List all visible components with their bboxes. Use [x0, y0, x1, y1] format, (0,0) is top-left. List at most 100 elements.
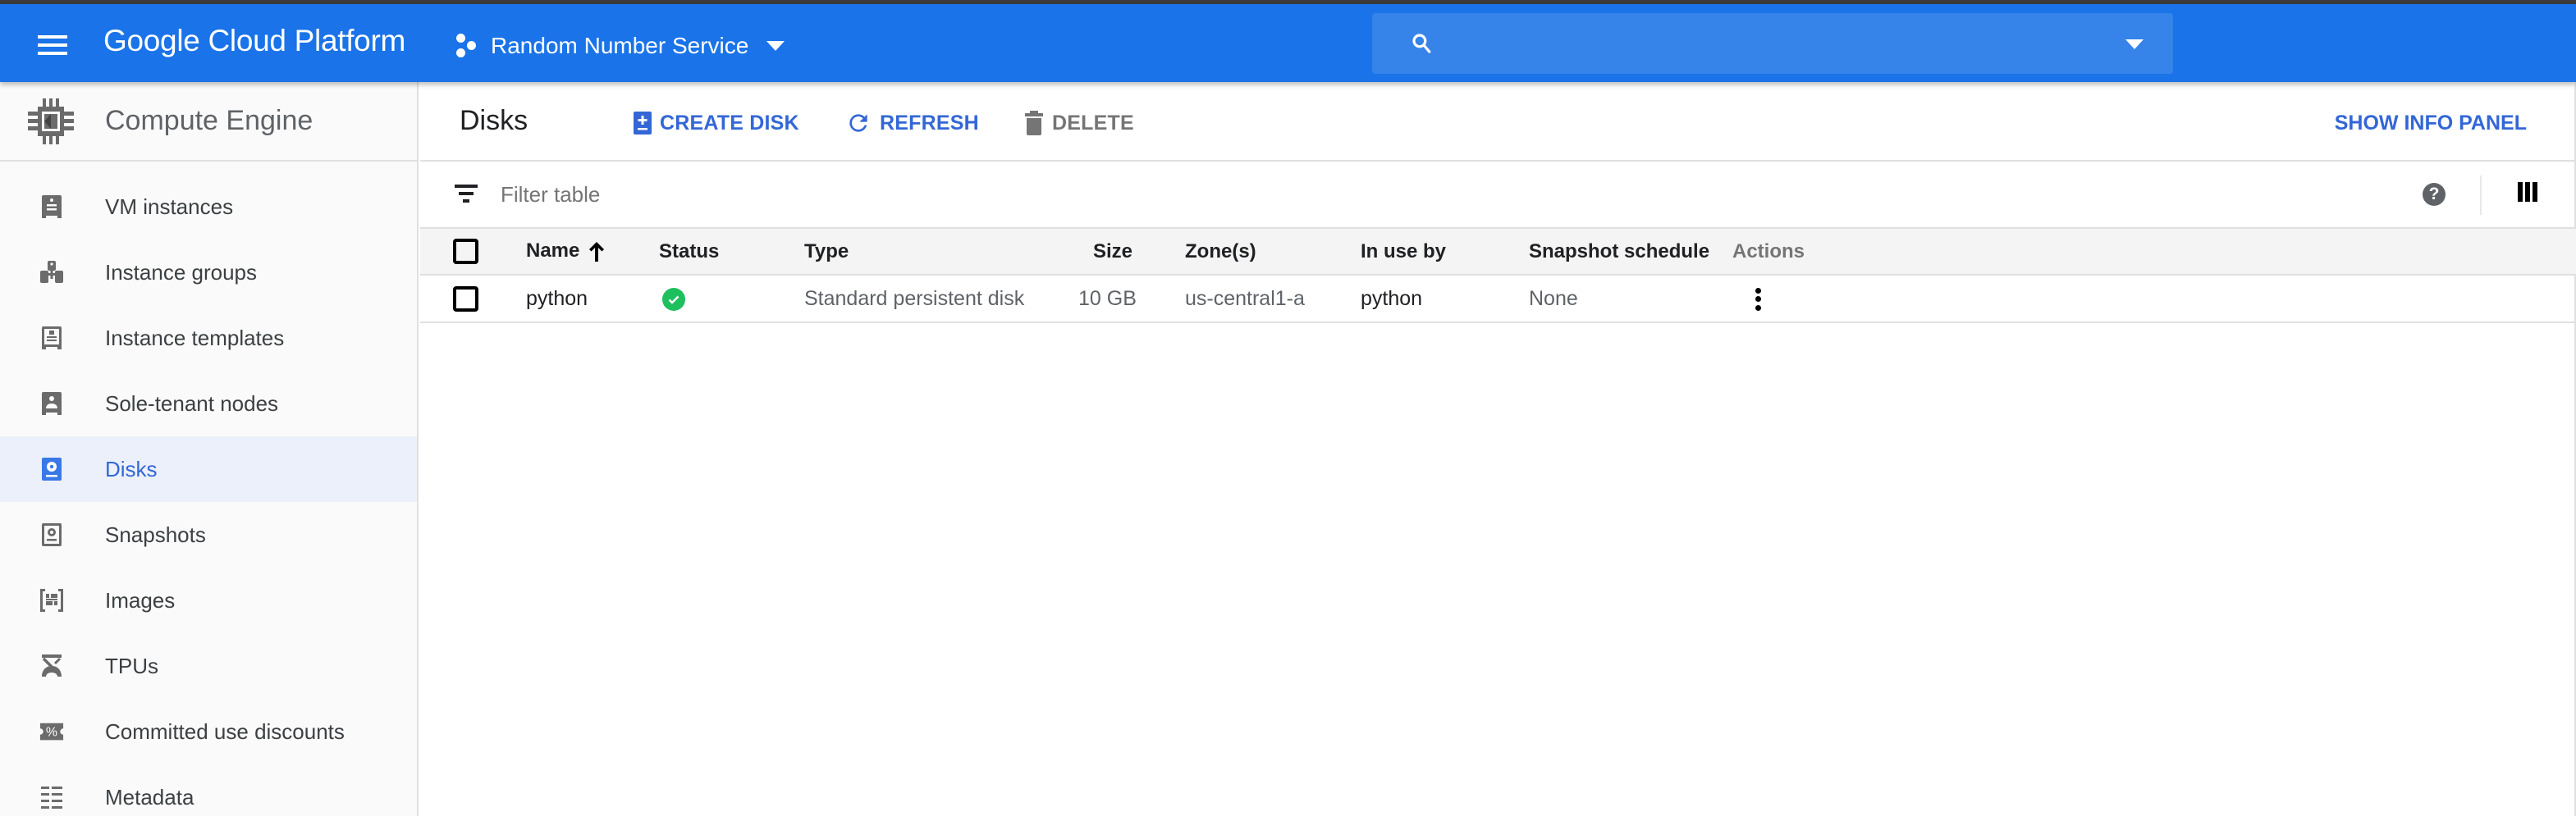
sidebar-item-snapshots[interactable]: Snapshots	[0, 502, 417, 568]
instance-groups-icon	[39, 260, 64, 285]
sidebar-item-label: VM instances	[105, 194, 234, 219]
instance-templates-icon	[39, 326, 64, 350]
snapshot-schedule-cell: None	[1476, 275, 1732, 323]
page-title: Disks	[460, 105, 528, 136]
in-use-by-link[interactable]: python	[1308, 275, 1476, 323]
disks-table: Name Status Type Size Zone(s) In use by …	[420, 229, 2576, 323]
sidebar-item-label: Instance groups	[105, 259, 258, 285]
sidebar-nav-list: VM instances Instance groups Instance te…	[0, 162, 417, 830]
sidebar-item-label: Instance templates	[105, 325, 285, 350]
create-disk-button[interactable]: CREATE DISK	[634, 107, 799, 139]
page-toolbar: Disks CREATE DISK REFRESH DELETE SHOW IN…	[420, 82, 2574, 162]
filter-icon	[455, 185, 478, 203]
select-all-cell	[420, 229, 510, 276]
column-header-name[interactable]: Name	[510, 229, 650, 276]
sidebar: Compute Engine VM instances Instance gro…	[0, 82, 419, 816]
status-cell	[650, 275, 795, 323]
create-disk-label: CREATE DISK	[660, 111, 799, 135]
column-header-label: Type	[804, 239, 849, 262]
sidebar-item-disks[interactable]: Disks	[0, 436, 417, 502]
sidebar-item-committed-use-discounts[interactable]: % Committed use discounts	[0, 699, 417, 764]
column-header-status[interactable]: Status	[650, 229, 795, 276]
search-icon	[1412, 34, 1431, 53]
column-header-type[interactable]: Type	[795, 229, 1078, 276]
sidebar-item-sole-tenant-nodes[interactable]: Sole-tenant nodes	[0, 371, 417, 436]
row-checkbox[interactable]	[453, 285, 478, 312]
main-menu-button[interactable]	[36, 29, 69, 62]
column-display-options-icon[interactable]	[2518, 182, 2537, 202]
sidebar-item-label: Committed use discounts	[105, 718, 345, 744]
sidebar-item-metadata[interactable]: Metadata	[0, 764, 417, 830]
refresh-label: REFRESH	[880, 111, 979, 135]
sidebar-item-label: TPUs	[105, 653, 158, 678]
delete-label: DELETE	[1052, 111, 1134, 135]
column-header-label: Size	[1092, 239, 1132, 262]
column-header-actions: Actions	[1732, 229, 2576, 276]
help-icon[interactable]: ?	[2423, 183, 2446, 206]
brand-logo[interactable]: Google Cloud Platform	[103, 24, 405, 58]
sole-tenant-icon	[39, 391, 64, 416]
column-header-in-use-by[interactable]: In use by	[1308, 229, 1476, 276]
sidebar-item-label: Metadata	[105, 784, 194, 809]
project-hexagons-icon	[455, 33, 481, 59]
create-disk-icon	[634, 112, 652, 135]
metadata-icon	[39, 785, 64, 809]
top-app-bar: Google Cloud Platform Random Number Serv…	[0, 4, 2576, 82]
sidebar-item-instance-groups[interactable]: Instance groups	[0, 239, 417, 305]
compute-engine-chip-icon	[28, 98, 74, 144]
snapshot-icon	[39, 522, 64, 547]
disk-size-cell: 10 GB	[1078, 275, 1137, 323]
sidebar-item-label: Images	[105, 587, 176, 613]
more-actions-kebab-icon[interactable]	[1752, 287, 1764, 311]
tpu-icon	[39, 654, 64, 678]
trash-icon	[1025, 111, 1043, 135]
refresh-icon	[849, 114, 867, 132]
vm-instance-icon	[39, 194, 64, 219]
select-all-checkbox[interactable]	[453, 239, 478, 264]
main-content: Disks CREATE DISK REFRESH DELETE SHOW IN…	[420, 82, 2576, 816]
sidebar-item-label: Sole-tenant nodes	[105, 390, 279, 416]
disk-type-cell: Standard persistent disk	[795, 275, 1078, 323]
product-header: Compute Engine	[0, 82, 417, 162]
menu-icon-line	[38, 43, 67, 47]
delete-button[interactable]: DELETE	[1024, 107, 1134, 139]
table-filter-bar: ?	[420, 162, 2574, 229]
table-header-row: Name Status Type Size Zone(s) In use by …	[420, 229, 2576, 276]
disk-name-cell[interactable]: python	[510, 275, 650, 323]
menu-icon-line	[38, 52, 67, 55]
status-ready-check-icon	[662, 287, 685, 311]
sidebar-item-instance-templates[interactable]: Instance templates	[0, 305, 417, 371]
project-name: Random Number Service	[491, 33, 749, 58]
sidebar-item-tpus[interactable]: TPUs	[0, 633, 417, 699]
sort-ascending-arrow-icon[interactable]	[588, 240, 606, 263]
sidebar-item-label: Snapshots	[105, 522, 206, 547]
chevron-down-icon	[766, 41, 785, 51]
filter-table-input[interactable]	[501, 178, 1814, 211]
product-title: Compute Engine	[105, 105, 313, 136]
column-header-label: Name	[526, 239, 580, 262]
images-icon	[39, 588, 64, 613]
refresh-button[interactable]: REFRESH	[845, 107, 979, 139]
search-options-dropdown-icon[interactable]	[2125, 39, 2144, 49]
column-header-label: Zone(s)	[1185, 239, 1256, 262]
svg-text:%: %	[46, 726, 57, 740]
column-header-label: Status	[659, 239, 720, 262]
sidebar-item-vm-instances[interactable]: VM instances	[0, 174, 417, 239]
column-header-label: In use by	[1361, 239, 1447, 262]
sidebar-item-images[interactable]: Images	[0, 568, 417, 633]
row-select-cell	[420, 275, 510, 323]
actions-cell	[1732, 275, 2576, 323]
disk-zone-cell: us-central1-a	[1132, 275, 1308, 323]
column-header-snapshot-schedule[interactable]: Snapshot schedule	[1476, 229, 1732, 276]
column-header-label: Actions	[1732, 239, 1805, 262]
disk-icon	[39, 457, 64, 481]
project-selector[interactable]: Random Number Service	[455, 29, 785, 63]
sidebar-item-label: Disks	[105, 456, 158, 481]
menu-icon-line	[38, 35, 67, 39]
column-header-size[interactable]: Size	[1078, 229, 1132, 276]
column-header-zones[interactable]: Zone(s)	[1132, 229, 1308, 276]
percent-icon: %	[39, 719, 64, 744]
table-row: python Standard persistent disk 10 GB us…	[420, 275, 2576, 323]
show-info-panel-button[interactable]: SHOW INFO PANEL	[2335, 107, 2527, 139]
search-bar[interactable]	[1372, 13, 2173, 74]
